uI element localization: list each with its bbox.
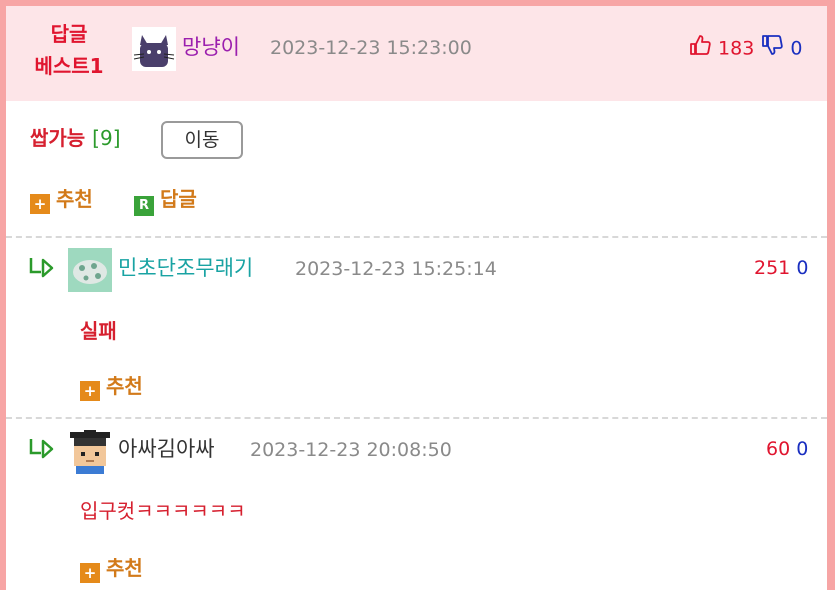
reply-1-recommend-button[interactable]: + 추천 bbox=[80, 372, 143, 401]
avatar-reply-1[interactable] bbox=[68, 248, 112, 292]
move-button[interactable]: 이동 bbox=[161, 121, 243, 159]
reply-2-votes: 60 0 bbox=[766, 435, 808, 463]
recommend-button[interactable]: + 추천 bbox=[30, 185, 93, 214]
plus-icon: + bbox=[30, 194, 50, 214]
best-up-count: 183 bbox=[718, 37, 755, 60]
reply-2-text: 입구컷ㅋㅋㅋㅋㅋㅋ bbox=[80, 499, 246, 523]
avatar-cat[interactable] bbox=[132, 27, 176, 71]
reply-2-timestamp: 2023-12-23 20:08:50 bbox=[250, 439, 452, 461]
recommend-label: 추천 bbox=[56, 187, 93, 211]
reply-arrow-icon bbox=[29, 439, 54, 459]
reply-2-username[interactable]: 아싸김아싸 bbox=[118, 435, 215, 463]
avatar-reply-2[interactable] bbox=[68, 430, 112, 474]
best-reply-header: 답글 베스트1 망냥이 2023-12-23 15:23:00 183 0 bbox=[6, 6, 827, 101]
mint-avatar-icon bbox=[68, 248, 112, 292]
plus-icon: + bbox=[80, 563, 100, 583]
reply-1-down-count[interactable]: 0 bbox=[796, 257, 808, 279]
plus-icon: + bbox=[80, 381, 100, 401]
thumbs-up-icon[interactable] bbox=[688, 33, 712, 65]
reply-1-username[interactable]: 민초단조무래기 bbox=[118, 254, 253, 282]
reply-label: 답글 bbox=[160, 187, 197, 211]
best-votes: 183 0 bbox=[688, 33, 803, 65]
reply-2-up-count[interactable]: 60 bbox=[766, 438, 790, 460]
pixel-person-avatar-icon bbox=[68, 430, 112, 474]
comment-title-text: 쌉가능 bbox=[30, 126, 86, 150]
cat-avatar-icon bbox=[132, 27, 176, 71]
best-badge: 답글 베스트1 bbox=[24, 18, 114, 82]
comment-count: [9] bbox=[92, 126, 121, 150]
reply-1-votes: 251 0 bbox=[754, 254, 808, 282]
best-badge-line2: 베스트1 bbox=[34, 54, 104, 78]
reply-2-down-count[interactable]: 0 bbox=[796, 438, 808, 460]
reply-1-text: 실패 bbox=[80, 319, 117, 343]
reply-1-up-count[interactable]: 251 bbox=[754, 257, 790, 279]
reply-button[interactable]: R 답글 bbox=[134, 185, 197, 216]
reply-arrow-icon bbox=[29, 258, 54, 278]
best-username[interactable]: 망냥이 bbox=[182, 33, 240, 61]
best-badge-line1: 답글 bbox=[50, 22, 88, 46]
frame-right bbox=[827, 0, 835, 590]
thumbs-down-icon[interactable] bbox=[760, 33, 784, 65]
reply-icon: R bbox=[134, 196, 154, 216]
best-timestamp: 2023-12-23 15:23:00 bbox=[270, 37, 472, 59]
reply-2-recommend-button[interactable]: + 추천 bbox=[80, 554, 143, 583]
recommend-label: 추천 bbox=[106, 556, 143, 580]
divider bbox=[6, 417, 827, 419]
divider bbox=[6, 236, 827, 238]
best-down-count: 0 bbox=[790, 37, 803, 60]
recommend-label: 추천 bbox=[106, 374, 143, 398]
reply-1-timestamp: 2023-12-23 15:25:14 bbox=[295, 258, 497, 280]
comment-title: 쌉가능 [9] bbox=[30, 123, 121, 153]
